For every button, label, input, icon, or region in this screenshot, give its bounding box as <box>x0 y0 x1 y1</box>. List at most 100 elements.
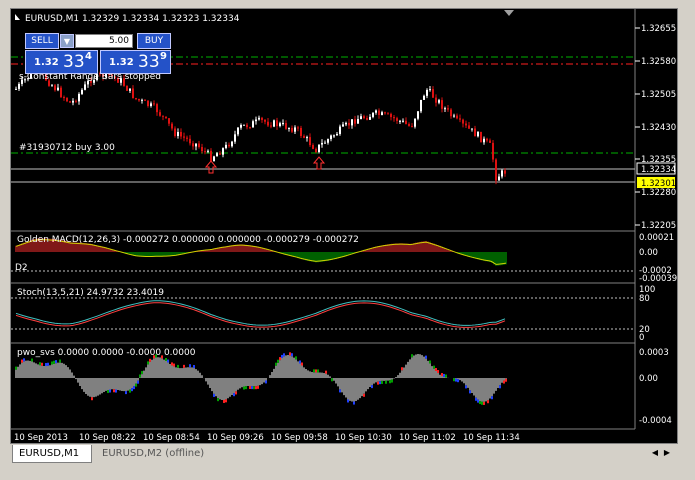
candle-body <box>390 113 392 118</box>
lot-size-input[interactable]: 5.00 <box>75 34 133 48</box>
macd-label: Golden MACD(12,26,3) -0.000272 0.000000 … <box>17 235 359 245</box>
buy-button[interactable]: BUY <box>137 33 171 49</box>
pwo-dot <box>503 380 505 384</box>
pwo-dot <box>401 367 403 371</box>
candle-body <box>393 117 395 119</box>
tab-eurusd-m2-offline[interactable]: EURUSD,M2 (offline) <box>96 445 216 463</box>
pwo-dot <box>91 397 93 401</box>
candle-body <box>447 108 449 110</box>
candle-body <box>432 89 434 98</box>
candle-body <box>465 123 467 126</box>
sell-button[interactable]: SELL <box>25 33 59 49</box>
candle-body <box>129 88 131 91</box>
candle-body <box>63 97 65 99</box>
candle-body <box>135 98 137 100</box>
candle-body <box>402 120 404 122</box>
ask-price-button[interactable]: 1.32 33 9 <box>100 50 171 74</box>
candle-body <box>183 136 185 138</box>
candle-body <box>351 119 353 126</box>
price-tick: 1.32430 <box>641 123 676 133</box>
candle-body <box>201 147 203 152</box>
pwo-dot <box>45 363 47 367</box>
pwo-dot <box>429 360 431 364</box>
lot-spinner-button[interactable]: ▼ <box>60 34 74 48</box>
candle-body <box>444 108 446 110</box>
pwo-dot <box>443 373 445 377</box>
candle-body <box>138 98 140 101</box>
pwo-dot <box>141 371 143 375</box>
candle-body <box>423 95 425 100</box>
pwo-dot <box>149 358 151 362</box>
candle-body <box>408 124 410 126</box>
chart-window[interactable]: s-Constant Range Bars stopped #31930712 … <box>10 8 678 444</box>
candle-body <box>306 137 308 139</box>
pwo-dot <box>107 390 109 394</box>
time-tick: 10 Sep 09:58 <box>271 433 328 443</box>
candle-body <box>357 119 359 124</box>
pwo-dot <box>59 359 61 363</box>
candle-body <box>294 127 296 132</box>
pwo-dot <box>193 365 195 369</box>
pwo-dot <box>173 363 175 367</box>
candle-body <box>276 120 278 127</box>
candle-body <box>495 159 497 181</box>
pwo-dot <box>225 399 227 403</box>
pwo-dot <box>479 401 481 405</box>
candle-body <box>420 99 422 112</box>
candle-body <box>384 112 386 114</box>
candle-body <box>54 85 56 91</box>
bid-price-label: 1.32301 <box>641 179 676 189</box>
candle-body <box>18 83 20 89</box>
pwo-dot <box>257 385 259 389</box>
candle-body <box>207 150 209 152</box>
pwo-dot <box>171 362 173 366</box>
symbol-header: EURUSD,M1 1.32329 1.32334 1.32323 1.3233… <box>25 14 240 24</box>
candle-body <box>255 119 257 122</box>
stoch-label: Stoch(13,5,21) 24.9732 23.4019 <box>17 288 164 298</box>
candle-body <box>297 127 299 129</box>
pwo-dot <box>281 354 283 358</box>
candle-body <box>492 142 494 160</box>
candle-body <box>213 156 215 161</box>
candle-body <box>369 116 371 120</box>
order-label: #31930712 buy 3.00 <box>19 143 115 153</box>
pwo-dot <box>113 389 115 393</box>
candle-body <box>327 139 329 143</box>
price-tick: 1.32205 <box>641 221 676 231</box>
pwo-dot <box>47 362 49 366</box>
pwo-dot <box>371 385 373 389</box>
candle-body <box>345 122 347 125</box>
candle-body <box>375 110 377 113</box>
price-axis: 1.32655 1.32580 1.32505 1.32430 1.32355 … <box>635 24 676 231</box>
pwo-dot <box>133 386 135 390</box>
pwo-tick: -0.0004 <box>639 416 672 426</box>
candle-body <box>372 112 374 117</box>
candle-body <box>489 140 491 143</box>
pwo-dot <box>505 378 507 382</box>
candle-body <box>342 124 344 127</box>
pwo-dot <box>165 358 167 362</box>
triangle-right-icon[interactable]: ▶ <box>662 447 672 459</box>
stoch-tick: 0 <box>639 333 644 343</box>
pwo-dot <box>277 359 279 363</box>
bid-price-button[interactable]: 1.32 33 4 <box>25 50 98 74</box>
pwo-dot <box>109 389 111 393</box>
candle-body <box>429 89 431 91</box>
pwo-dot <box>301 362 303 366</box>
bid-price-prefix: 1.32 <box>34 57 59 68</box>
pwo-dot <box>289 352 291 356</box>
tab-eurusd-m1[interactable]: EURUSD,M1 <box>12 445 92 463</box>
pwo-tick: 0.00 <box>639 374 658 384</box>
triangle-left-icon[interactable]: ◀ <box>650 447 660 459</box>
triangle-down-icon[interactable] <box>504 10 514 16</box>
one-click-trading-panel: SELL ▼ 5.00 BUY 1.32 33 4 1.32 33 9 <box>25 32 171 74</box>
time-tick: 10 Sep 11:34 <box>463 433 520 443</box>
pwo-dot <box>217 398 219 402</box>
chart-canvas[interactable]: s-Constant Range Bars stopped #31930712 … <box>11 9 677 443</box>
ask-price-prefix: 1.32 <box>109 57 134 68</box>
pwo-dot <box>223 399 225 403</box>
pwo-dot <box>487 400 489 404</box>
pwo-dot <box>299 360 301 364</box>
candle-body <box>339 126 341 134</box>
bid-price-big: 33 <box>63 52 85 72</box>
